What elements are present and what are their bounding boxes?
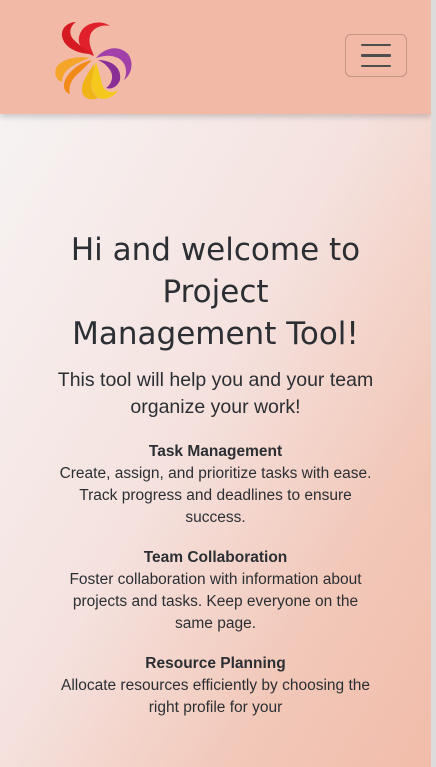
page-scrollbar[interactable] — [431, 0, 436, 767]
feature-title: Task Management — [148, 443, 283, 460]
brand-logo-link[interactable] — [52, 16, 136, 100]
navbar-toggle-button[interactable] — [345, 34, 407, 77]
feature-description: Create, assign, and prioritize tasks wit… — [59, 465, 372, 526]
feature-description: Foster collaboration with information ab… — [69, 571, 362, 632]
feature-description: Allocate resources efficiently by choosi… — [60, 677, 371, 716]
hamburger-menu-icon-bar — [361, 54, 391, 57]
feature-title: Team Collaboration — [143, 549, 288, 566]
hamburger-menu-icon — [361, 43, 391, 47]
feature-resource-planning: Resource Planning Allocate resources eff… — [60, 653, 371, 719]
navbar — [0, 0, 431, 114]
swirl-logo-icon — [55, 22, 132, 100]
page-subtitle: This tool will help you and your team or… — [57, 369, 374, 418]
hero-content: Hi and welcome to Project Management Too… — [58, 229, 373, 719]
feature-title: Resource Planning — [145, 655, 286, 672]
feature-team-collaboration: Team Collaboration Foster collaboration … — [60, 547, 371, 635]
feature-task-management: Task Management Create, assign, and prio… — [60, 441, 372, 529]
hamburger-menu-icon-bar — [361, 64, 391, 68]
hero-section: Hi and welcome to Project Management Too… — [0, 114, 431, 767]
page-title: Hi and welcome to Project Management Too… — [70, 232, 361, 352]
